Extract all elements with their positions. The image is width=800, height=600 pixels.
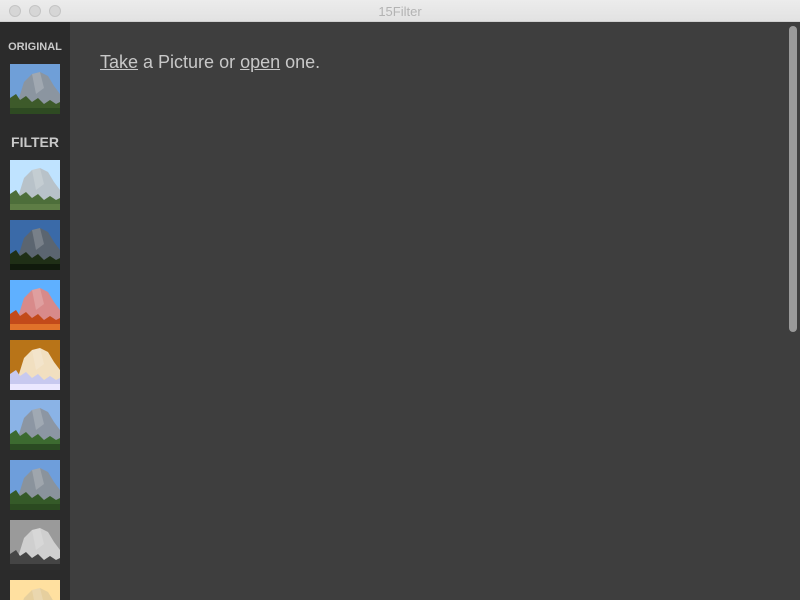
scrollbar-thumb[interactable] <box>789 26 797 332</box>
prompt-end-text: one. <box>280 52 321 72</box>
title-bar: 15Filter <box>0 0 800 22</box>
filter-thumbnail-3[interactable] <box>10 280 60 330</box>
original-thumbnail[interactable] <box>10 64 60 114</box>
filter-thumbnail-8[interactable] <box>10 580 60 600</box>
filter-sidebar: ORIGINAL FILTER <box>0 22 70 600</box>
take-picture-link[interactable]: Take <box>100 52 138 72</box>
filter-thumbnail-2[interactable] <box>10 220 60 270</box>
original-section-label: ORIGINAL <box>8 41 62 53</box>
prompt-middle-text: a Picture or <box>138 52 241 72</box>
filter-thumbnail-5[interactable] <box>10 400 60 450</box>
filter-thumbnail-4[interactable] <box>10 340 60 390</box>
sidebar-scrollbar[interactable] <box>786 22 800 600</box>
window-title: 15Filter <box>378 4 422 19</box>
main-canvas: Take a Picture or open one. <box>70 22 786 600</box>
empty-state-prompt: Take a Picture or open one. <box>100 52 320 73</box>
filter-section-label: FILTER <box>11 134 59 150</box>
filter-thumbnail-6[interactable] <box>10 460 60 510</box>
open-picture-link[interactable]: open <box>240 52 280 72</box>
filter-thumbnail-7[interactable] <box>10 520 60 570</box>
filter-thumbnail-1[interactable] <box>10 160 60 210</box>
